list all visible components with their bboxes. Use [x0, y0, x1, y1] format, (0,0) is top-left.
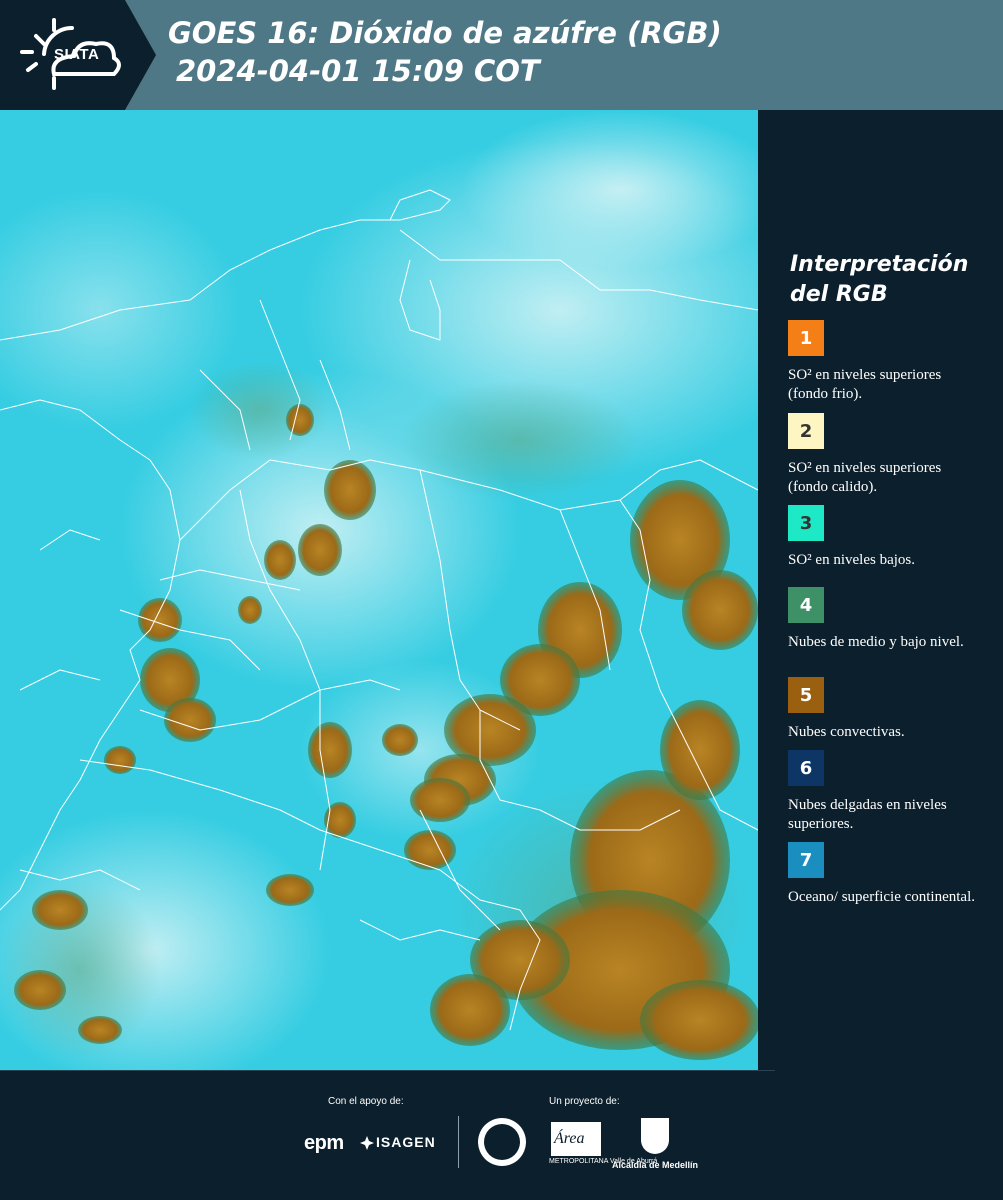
header-bar: SIATA GOES 16: Dióxido de azúfre (RGB) 2… — [0, 0, 1003, 110]
legend-item-7: 7 Oceano/ superficie continental. — [788, 842, 988, 907]
legend-label: Oceano/ superficie continental. — [788, 889, 976, 905]
legend-label: SO² en niveles superiores (fondo calido)… — [788, 460, 942, 495]
legend-item-1: 1 SO² en niveles superiores (fondo frio). — [788, 320, 988, 404]
legend-title-line1: Interpretación — [790, 252, 969, 277]
legend-title: Interpretación del RGB — [790, 250, 990, 310]
rgb-satellite-image — [0, 110, 758, 1070]
footer: Con el apoyo de: Un proyecto de: epm ISA… — [0, 1070, 1003, 1200]
legend-label: Nubes delgadas en niveles superiores. — [788, 797, 947, 832]
legend-item-4: 4 Nubes de medio y bajo nivel. — [788, 587, 988, 652]
medellin-shield-icon — [641, 1118, 669, 1154]
footer-separator — [458, 1116, 459, 1168]
alcaldia-medellin-label: Alcaldía de Medellín — [612, 1160, 699, 1170]
legend-item-3: 3 SO² en niveles bajos. — [788, 505, 988, 570]
support-label: Con el apoyo de: — [328, 1096, 404, 1107]
legend-label: SO² en niveles superiores (fondo frio). — [788, 367, 942, 402]
product-title: GOES 16: Dióxido de azúfre (RGB) — [168, 16, 722, 50]
legend-title-line2: del RGB — [790, 282, 888, 307]
epm-logo: epm — [304, 1132, 344, 1154]
area-logo-text: Área — [554, 1130, 585, 1147]
project-label: Un proyecto de: — [549, 1096, 620, 1107]
isagen-logo: ISAGEN — [376, 1134, 436, 1150]
legend-swatch: 7 — [788, 842, 824, 878]
legend-swatch: 2 — [788, 413, 824, 449]
isagen-mark-icon — [360, 1136, 374, 1150]
legend-label: Nubes convectivas. — [788, 724, 905, 740]
legend-swatch: 5 — [788, 677, 824, 713]
rgb-legend: Interpretación del RGB 1 SO² en niveles s… — [758, 110, 1003, 1070]
legend-item-5: 5 Nubes convectivas. — [788, 677, 988, 742]
medellin-seal-icon — [478, 1118, 526, 1166]
product-timestamp: 2024-04-01 15:09 COT — [176, 54, 540, 88]
legend-swatch: 3 — [788, 505, 824, 541]
legend-item-6: 6 Nubes delgadas en niveles superiores. — [788, 750, 988, 834]
satellite-map — [0, 110, 758, 1070]
footer-divider — [0, 1070, 775, 1071]
legend-item-2: 2 SO² en niveles superiores (fondo calido… — [788, 413, 988, 497]
legend-swatch: 6 — [788, 750, 824, 786]
siata-logo: SIATA — [0, 0, 156, 110]
legend-swatch: 4 — [788, 587, 824, 623]
siata-logo-text: SIATA — [54, 46, 100, 63]
legend-label: SO² en niveles bajos. — [788, 552, 915, 568]
legend-label: Nubes de medio y bajo nivel. — [788, 634, 964, 650]
legend-swatch: 1 — [788, 320, 824, 356]
